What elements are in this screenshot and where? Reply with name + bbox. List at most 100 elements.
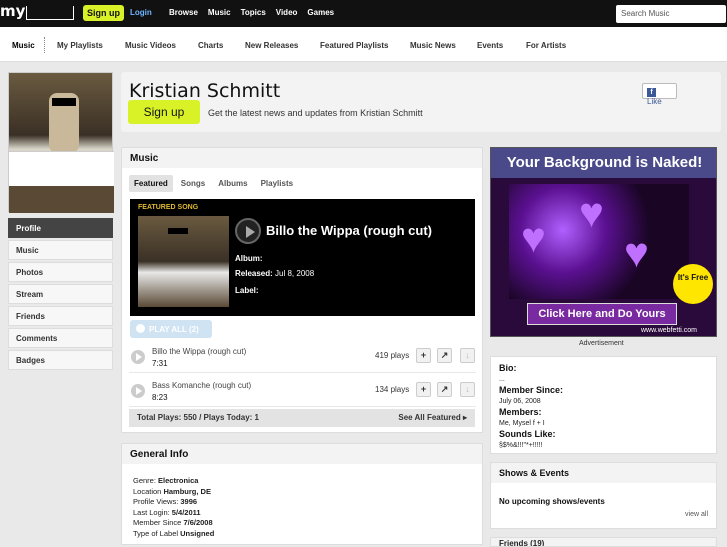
music-panel: Music Featured Songs Albums Playlists FE… — [121, 147, 483, 433]
nav-video[interactable]: Video — [276, 8, 298, 17]
track-name[interactable]: Billo the Wippa (rough cut) — [152, 347, 246, 356]
tab-songs[interactable]: Songs — [176, 175, 210, 192]
nav-topics[interactable]: Topics — [241, 8, 266, 17]
share-icon[interactable]: ↗ — [437, 382, 452, 397]
bio-panel: Bio: ... Member Since: July 06, 2008 Mem… — [490, 356, 717, 454]
info-location: Location Hamburg, DE — [133, 486, 211, 496]
nav-music[interactable]: Music — [208, 8, 231, 17]
subnav-new-releases[interactable]: New Releases — [245, 41, 298, 50]
track-plays: 419 plays — [375, 351, 410, 360]
tab-albums[interactable]: Albums — [213, 175, 252, 192]
profile-photo[interactable] — [8, 72, 114, 213]
subnav-featured-playlists[interactable]: Featured Playlists — [320, 41, 388, 50]
track-duration: 8:23 — [152, 393, 168, 402]
featured-title[interactable]: Billo the Wippa (rough cut) — [266, 223, 432, 238]
no-shows-text: No upcoming shows/events — [499, 497, 605, 506]
subnav-events[interactable]: Events — [477, 41, 503, 50]
play-totals: Total Plays: 550 / Plays Today: 1 See Al… — [129, 409, 475, 427]
track-name[interactable]: Bass Komanche (rough cut) — [152, 381, 251, 390]
shows-panel: Shows & Events No upcoming shows/events … — [490, 462, 717, 529]
ad-url: www.webfetti.com — [641, 327, 698, 334]
sidebar-item-comments[interactable]: Comments — [8, 328, 113, 348]
featured-label: FEATURED SONG — [138, 204, 199, 211]
sidebar-item-badges[interactable]: Badges — [8, 350, 113, 370]
track-play-icon[interactable] — [131, 350, 145, 364]
play-all-button[interactable]: PLAY ALL (2) — [130, 320, 212, 338]
advertisement-banner[interactable]: Your Background is Naked! ♥ ♥ ♥ It's Fre… — [490, 147, 717, 337]
myspace-logo[interactable]: my — [0, 2, 25, 20]
signup-button-top[interactable]: Sign up — [83, 5, 124, 21]
sounds-like-value: §$%&!!!"*+!!!!! — [499, 442, 543, 449]
info-member-since: Member Since 7/6/2008 — [133, 518, 213, 527]
profile-header: Kristian Schmitt Sign up Get the latest … — [121, 72, 721, 132]
tab-featured[interactable]: Featured — [129, 175, 173, 192]
subnav-music[interactable]: Music — [12, 41, 35, 50]
music-title: Music — [122, 148, 482, 168]
info-genre: Genre: Electronica — [133, 476, 199, 485]
play-icon[interactable] — [235, 218, 261, 244]
login-link[interactable]: Login — [130, 8, 152, 17]
sidebar-item-stream[interactable]: Stream — [8, 284, 113, 304]
view-all-link[interactable]: view all — [685, 511, 708, 518]
shows-title: Shows & Events — [491, 463, 716, 483]
subnav-music-news[interactable]: Music News — [410, 41, 456, 50]
top-nav: Browse Music Topics Video Games — [169, 8, 334, 17]
nav-browse[interactable]: Browse — [169, 8, 198, 17]
play-all-icon — [136, 324, 145, 333]
music-tabs: Featured Songs Albums Playlists — [129, 175, 301, 192]
tab-playlists[interactable]: Playlists — [256, 175, 298, 192]
photo-ground — [9, 186, 114, 213]
photo-censor-bar — [52, 98, 76, 106]
artist-name: Kristian Schmitt — [129, 80, 281, 102]
member-since-label: Member Since: — [499, 385, 564, 395]
signup-button[interactable]: Sign up — [128, 100, 200, 124]
general-info-panel: General Info Genre: Electronica Location… — [121, 443, 483, 545]
subnav-divider — [44, 37, 45, 53]
facebook-like-button[interactable]: fLike — [642, 83, 677, 106]
subnav-for-artists[interactable]: For Artists — [526, 41, 566, 50]
totals-text: Total Plays: 550 / Plays Today: 1 — [137, 413, 259, 422]
heart-icon: ♥ — [624, 229, 649, 276]
label-meta: Label: — [235, 286, 259, 295]
ad-cta-button[interactable]: Click Here and Do Yours — [527, 303, 677, 325]
download-icon[interactable]: ↓ — [460, 348, 475, 363]
subnav-music-videos[interactable]: Music Videos — [125, 41, 176, 50]
featured-artwork — [138, 216, 229, 307]
nav-games[interactable]: Games — [307, 8, 334, 17]
sub-nav: Music My Playlists Music Videos Charts N… — [0, 27, 727, 62]
search-input[interactable]: Search Music — [616, 5, 726, 23]
sidebar-item-photos[interactable]: Photos — [8, 262, 113, 282]
sidebar-item-friends[interactable]: Friends — [8, 306, 113, 326]
add-icon[interactable]: + — [416, 382, 431, 397]
info-profile-views: Profile Views: 3996 — [133, 497, 198, 506]
subnav-my-playlists[interactable]: My Playlists — [57, 41, 103, 50]
share-icon[interactable]: ↗ — [437, 348, 452, 363]
members-label: Members: — [499, 407, 542, 417]
download-icon[interactable]: ↓ — [460, 382, 475, 397]
bio-label: Bio: — [499, 363, 517, 373]
track-duration: 7:31 — [152, 359, 168, 368]
members-value: Me, Mysel f + I — [499, 420, 545, 427]
track-row: Bass Komanche (rough cut) 8:23 134 plays… — [129, 379, 476, 407]
subnav-charts[interactable]: Charts — [198, 41, 223, 50]
sidebar-item-profile[interactable]: Profile — [8, 218, 113, 238]
friends-panel-title[interactable]: Friends (19) — [490, 537, 717, 547]
track-play-icon[interactable] — [131, 384, 145, 398]
ad-headline: Your Background is Naked! — [491, 148, 716, 178]
info-last-login: Last Login: 5/4/2011 — [133, 507, 201, 517]
photo-paper — [9, 151, 114, 186]
sidebar-item-music[interactable]: Music — [8, 240, 113, 260]
top-bar: my Sign up Login Browse Music Topics Vid… — [0, 0, 727, 27]
released-meta: Released: Jul 8, 2008 — [235, 269, 315, 278]
logo-box — [26, 6, 74, 20]
featured-song: FEATURED SONG Billo the Wippa (rough cut… — [130, 199, 475, 316]
heart-icon: ♥ — [521, 214, 546, 261]
ad-hearts-image: ♥ ♥ ♥ — [509, 184, 689, 299]
add-icon[interactable]: + — [416, 348, 431, 363]
profile-sidebar: Profile Music Photos Stream Friends Comm… — [8, 218, 113, 372]
like-label: Like — [647, 97, 662, 106]
track-plays: 134 plays — [375, 385, 410, 394]
member-since-value: July 06, 2008 — [499, 398, 541, 405]
album-meta: Album: — [235, 254, 263, 263]
see-all-featured-link[interactable]: See All Featured ▸ — [398, 413, 467, 422]
